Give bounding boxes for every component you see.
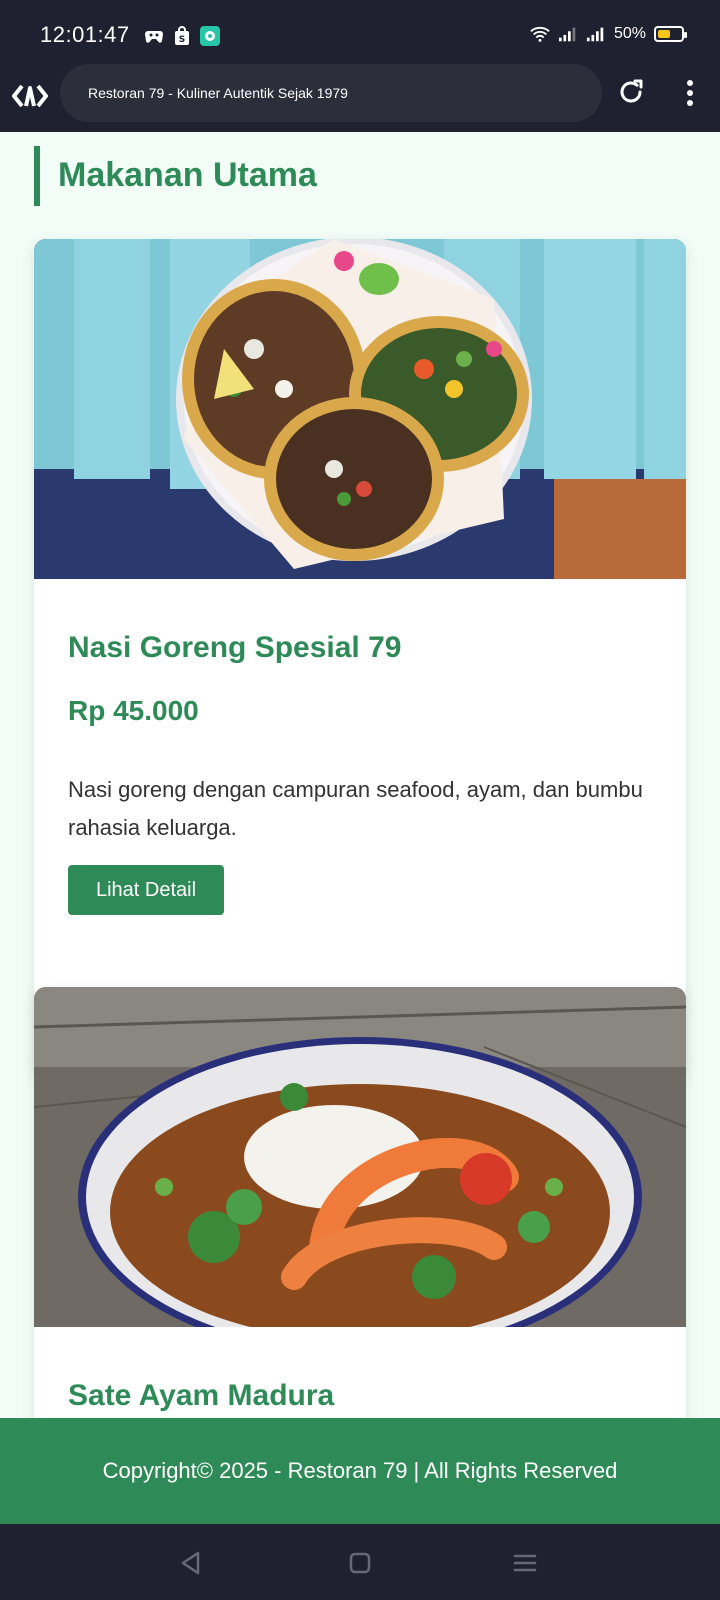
signal-icon-2: [586, 24, 606, 44]
address-bar[interactable]: Restoran 79 - Kuliner Autentik Sejak 197…: [60, 64, 602, 122]
page-footer: Copyright© 2025 - Restoran 79 | All Righ…: [0, 1418, 720, 1524]
home-icon[interactable]: [347, 1550, 373, 1576]
shopping-bag-icon: S: [172, 26, 192, 46]
view-detail-button[interactable]: Lihat Detail: [68, 865, 224, 915]
tacos-plate-image: [34, 239, 686, 579]
menu-item-name: Sate Ayam Madura: [68, 1379, 335, 1412]
browser-logo-icon[interactable]: [12, 78, 48, 114]
battery-icon: [654, 26, 687, 42]
chat-app-icon: [200, 26, 220, 46]
back-icon[interactable]: [178, 1550, 204, 1576]
signal-icon-1: [558, 24, 578, 44]
menu-card: Sate Ayam Madura: [34, 987, 686, 1418]
wifi-icon: [530, 24, 550, 44]
menu-item-name: Nasi Goreng Spesial 79: [68, 631, 402, 664]
svg-text:S: S: [179, 35, 185, 45]
shrimp-gumbo-image: [34, 987, 686, 1327]
status-time: 12:01:47: [40, 22, 130, 47]
card-body: Nasi Goreng Spesial 79 Rp 45.000 Nasi go…: [34, 579, 686, 915]
status-right: 50%: [530, 24, 687, 44]
card-body: Sate Ayam Madura: [34, 1327, 686, 1418]
page-content: Makanan Utama Nasi Goreng Spesial 79 Rp …: [0, 132, 720, 1418]
game-controller-icon: [144, 26, 164, 46]
section-title: Makanan Utama: [34, 146, 317, 206]
more-options-icon[interactable]: [680, 76, 700, 110]
battery-percent: 50%: [613, 25, 646, 42]
menu-item-price: Rp 45.000: [68, 695, 199, 726]
browser-toolbar: Restoran 79 - Kuliner Autentik Sejak 197…: [0, 60, 720, 132]
recent-apps-icon[interactable]: [512, 1550, 538, 1576]
system-navigation-bar: [0, 1524, 720, 1600]
menu-card: Nasi Goreng Spesial 79 Rp 45.000 Nasi go…: [34, 239, 686, 1077]
notification-icons: S: [144, 26, 220, 46]
reload-icon[interactable]: [616, 77, 646, 107]
menu-item-description: Nasi goreng dengan campuran seafood, aya…: [68, 777, 643, 840]
